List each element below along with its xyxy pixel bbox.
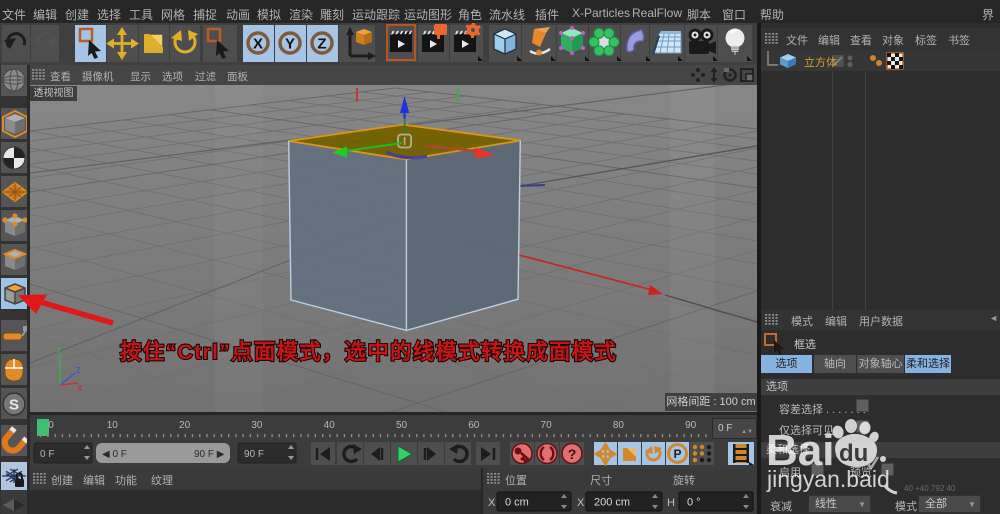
svg-text:200 cm: 200 cm (594, 497, 630, 509)
svg-text:Z: Z (317, 36, 326, 53)
svg-text:40: 40 (324, 420, 336, 431)
svg-text:P: P (673, 447, 681, 461)
svg-text:Y: Y (285, 36, 295, 53)
svg-text:60: 60 (468, 420, 480, 431)
svg-text:0: 0 (48, 420, 54, 431)
svg-text:?: ? (568, 446, 577, 462)
svg-text:按住“Ctrl”点面模式，选中的线模式转换成面模式: 按住“Ctrl”点面模式，选中的线模式转换成面模式 (120, 339, 617, 364)
svg-text:80: 80 (613, 420, 625, 431)
svg-text:0 cm: 0 cm (505, 497, 529, 509)
svg-text:90 F ▶: 90 F ▶ (194, 449, 225, 460)
svg-text:50: 50 (396, 420, 408, 431)
svg-text:X: X (253, 36, 263, 53)
svg-text:30: 30 (251, 420, 263, 431)
svg-text:◀ 0 F: ◀ 0 F (102, 449, 127, 460)
svg-text:90 F: 90 F (244, 449, 264, 460)
svg-text:70: 70 (541, 420, 553, 431)
svg-text:10: 10 (107, 420, 119, 431)
svg-text:X: X (77, 384, 83, 393)
svg-text:90: 90 (685, 420, 697, 431)
svg-text:S: S (9, 397, 19, 414)
svg-text:20: 20 (179, 420, 191, 431)
svg-text:0 °: 0 ° (687, 497, 701, 509)
svg-text:0 F: 0 F (40, 449, 54, 460)
svg-text:H: H (667, 497, 675, 509)
svg-text:X: X (577, 497, 585, 509)
svg-text:X: X (488, 497, 496, 509)
